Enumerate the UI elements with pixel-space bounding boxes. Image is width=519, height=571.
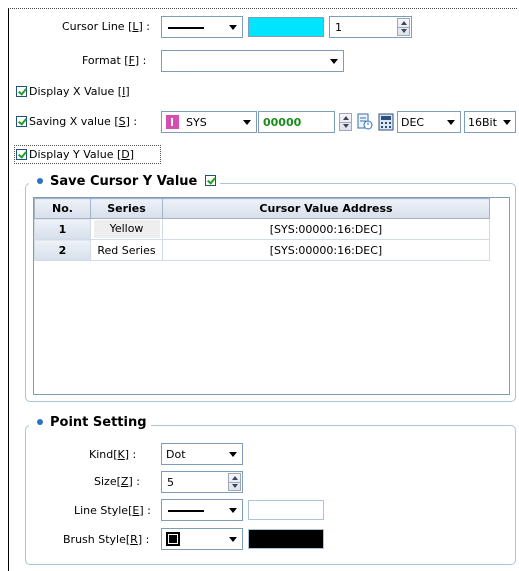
save-cursor-checkbox[interactable] <box>204 175 216 186</box>
saving-x-address-field[interactable]: 00000 <box>258 111 335 133</box>
line-color-swatch[interactable] <box>248 500 324 520</box>
display-x-label: Display X Value [I] <box>29 85 130 98</box>
cursor-line-width-value: 1 <box>335 21 342 34</box>
display-y-checkbox[interactable] <box>16 149 27 160</box>
row-number: 2 <box>34 239 91 261</box>
column-header-series: Series <box>90 198 163 219</box>
table-row[interactable]: 2 Red Series [SYS:00000:16:DEC] <box>34 239 490 261</box>
chevron-down-icon <box>229 25 237 30</box>
saving-x-base-value: DEC <box>401 116 425 129</box>
brush-solid-icon <box>166 532 180 546</box>
address-browse-icon[interactable] <box>356 113 374 131</box>
cursor-line-style-combo[interactable] <box>161 16 243 38</box>
cursor-line-color-swatch[interactable] <box>248 17 324 37</box>
saving-x-checkbox[interactable] <box>16 116 27 127</box>
chevron-down-icon <box>503 120 511 125</box>
spinner-updown-icon[interactable] <box>228 473 241 491</box>
spinner-updown-icon[interactable] <box>397 18 410 36</box>
brush-color-swatch[interactable] <box>248 529 324 549</box>
saving-x-base-combo[interactable]: DEC <box>397 111 461 133</box>
series-cell[interactable]: Red Series <box>90 239 163 261</box>
chevron-down-icon <box>243 120 251 125</box>
address-cell[interactable]: [SYS:00000:16:DEC] <box>162 218 490 240</box>
saving-x-address-value: 00000 <box>263 116 302 129</box>
chevron-down-icon <box>229 508 237 513</box>
line-style-label: Line Style[E] : <box>74 504 151 517</box>
display-x-checkbox[interactable] <box>16 86 27 97</box>
calculator-icon[interactable] <box>377 113 395 131</box>
size-label: Size[Z] : <box>94 475 140 488</box>
cursor-address-table: No. Series Cursor Value Address 1 Yellow… <box>34 198 490 261</box>
address-cell[interactable]: [SYS:00000:16:DEC] <box>162 239 490 261</box>
table-row[interactable]: 1 Yellow [SYS:00000:16:DEC] <box>34 218 490 240</box>
size-value: 5 <box>167 476 174 489</box>
size-spinner[interactable]: 5 <box>161 471 243 493</box>
cursor-line-width-spinner[interactable]: 1 <box>329 16 412 38</box>
saving-x-address-spinner-icon[interactable] <box>339 113 352 131</box>
line-sample <box>168 27 204 29</box>
series-cell[interactable]: Yellow <box>90 218 163 240</box>
saving-x-label: Saving X value [S] : <box>29 115 138 128</box>
saving-x-bits-value: 16Bit <box>468 116 497 129</box>
cursor-line-label: Cursor Line [L] : <box>62 20 151 33</box>
brush-style-label: Brush Style[R] : <box>63 533 150 546</box>
brush-style-combo[interactable] <box>161 528 243 550</box>
bullet-icon <box>37 418 43 425</box>
display-y-label: Display Y Value [D] <box>29 148 135 161</box>
kind-label: Kind[K] : <box>89 448 137 461</box>
bullet-icon <box>37 177 43 184</box>
kind-value: Dot <box>166 448 186 461</box>
format-combo[interactable] <box>161 50 344 72</box>
kind-combo[interactable]: Dot <box>161 443 243 465</box>
line-sample <box>168 510 204 512</box>
line-style-combo[interactable] <box>161 499 243 521</box>
saving-x-bits-combo[interactable]: 16Bit <box>464 111 516 133</box>
chevron-down-icon <box>229 452 237 457</box>
chevron-down-icon <box>330 59 338 64</box>
format-label: Format [F] : <box>82 54 147 67</box>
series-name: Yellow <box>93 220 160 238</box>
saving-x-device-value: SYS <box>186 116 207 129</box>
column-header-no: No. <box>34 198 91 219</box>
row-number: 1 <box>34 218 91 240</box>
saving-x-device-combo[interactable]: SYS <box>161 111 257 133</box>
point-setting-group-title: Point Setting <box>29 415 151 430</box>
chevron-down-icon <box>229 537 237 542</box>
save-cursor-group-title: Save Cursor Y Value <box>29 174 220 189</box>
column-header-address: Cursor Value Address <box>162 198 490 219</box>
chevron-down-icon <box>447 120 455 125</box>
table-header-row: No. Series Cursor Value Address <box>34 198 490 219</box>
device-icon <box>166 115 179 129</box>
